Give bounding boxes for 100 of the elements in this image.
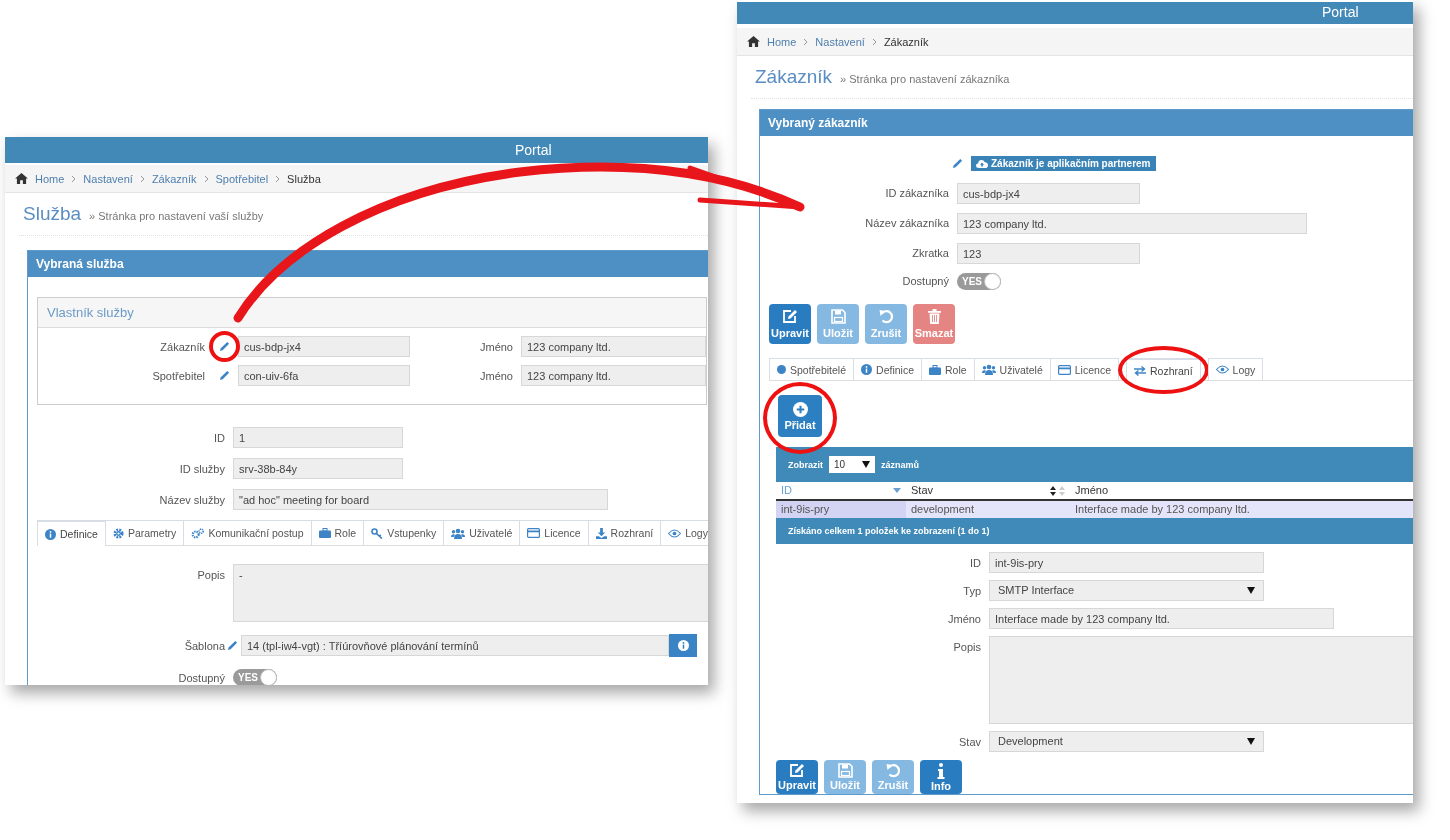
users-icon [981,364,996,375]
text-field[interactable]: srv-38b-84y [233,458,403,479]
gears-icon [191,527,205,539]
chevron-icon [203,174,209,183]
table-row[interactable]: int-9is-pry development Interface made by 123 company ltd. [776,501,1413,518]
caret-icon [1247,738,1255,745]
text-field[interactable]: 123 company ltd. [521,336,706,357]
page-title: Služba [23,203,82,225]
pencil-icon[interactable] [952,157,963,169]
select-field[interactable]: Development [989,731,1264,752]
text-field[interactable]: 123 [957,242,1140,264]
field-label: Spotřebitel [151,369,205,382]
length-label: Zobrazit [788,459,823,470]
field-label: Jméno [478,340,513,353]
tab[interactable]: Definice [37,520,106,546]
undo-icon [878,309,894,324]
text-field[interactable]: Interface made by 123 company ltd. [989,608,1334,629]
chevron-icon [803,37,809,46]
breadcrumb-link[interactable]: Spotřebitel [215,172,269,185]
chevron-icon [139,174,145,183]
floppy-icon [837,763,853,778]
field-label: ID služby [178,462,225,475]
add-button[interactable]: Přidat [778,395,822,437]
field-label: Popis [196,568,225,581]
text-field[interactable]: 123 company ltd. [957,212,1307,234]
field-label: ID [213,431,225,444]
app-title: Portal [515,141,552,160]
text-field[interactable]: cus-bdp-jx4 [238,336,410,357]
field-label: Jméno [478,369,513,382]
table-cell-text: development [910,502,975,517]
text-field[interactable]: int-9is-pry [989,552,1264,573]
pencil-icon[interactable] [219,370,230,381]
field-label: Šablona [183,639,225,652]
users-icon [451,527,466,539]
info-icon [677,640,689,651]
sort-icon [893,488,901,493]
text-field[interactable]: 1 [233,427,403,448]
breadcrumb-link[interactable]: Nastavení [815,35,865,48]
sort-icon [1050,485,1065,496]
caret-icon [1247,587,1255,594]
cloud-icon [976,158,988,168]
textarea-field[interactable]: - [233,564,708,622]
select-field[interactable]: SMTP Interface [989,580,1264,601]
column-header[interactable]: Stav [906,482,1070,499]
section-title: Vlastník služby [38,298,706,328]
field-label: Název služby [158,493,225,506]
page-title: Zákazník [755,66,833,88]
action-button[interactable]: Upravit [769,304,811,344]
info-icon [937,762,945,779]
field-label: Typ [962,584,981,597]
field-label: Stav [958,735,981,748]
tab[interactable]: Logy [660,520,708,545]
download-icon [595,527,607,539]
breadcrumb-link[interactable]: Home [35,172,65,185]
pencil-icon[interactable] [227,640,238,651]
breadcrumb-current: Služba [287,172,321,185]
field-label: Zákazník [159,340,205,353]
edit-icon [782,309,798,324]
edit-icon [789,763,805,778]
tab[interactable]: Spotřebitelé [769,358,855,380]
card-icon [527,528,541,538]
eye-icon [1215,365,1229,374]
tab[interactable]: Licence [1049,358,1119,380]
text-field[interactable]: cus-bdp-jx4 [957,182,1140,204]
page-subtitle: » Stránka pro nastavení zákazníka [840,73,1010,85]
text-field[interactable]: con-uiv-6fa [238,365,410,386]
field-label: ID [969,556,981,569]
breadcrumb-current: Zákazník [883,35,929,48]
field-label: Zkratka [911,247,949,259]
text-field[interactable]: 123 company ltd. [521,365,706,386]
pencil-icon[interactable] [219,341,230,352]
partner-badge: Zákazník je aplikačním partnerem [971,155,1156,171]
breadcrumb-link[interactable]: Zákazník [151,172,197,185]
table-cell-text: Interface made by 123 company ltd. [1074,502,1251,517]
trash-icon [927,309,941,324]
eye-icon [668,528,682,538]
length-label: záznamů [881,459,919,470]
app-title: Portal [1322,3,1359,22]
info-button[interactable] [669,634,697,657]
home-icon [15,173,28,184]
card-icon [1057,364,1071,375]
column-header[interactable]: Jméno [1070,482,1400,499]
action-button[interactable]: Info [920,760,962,794]
breadcrumb-link[interactable]: Nastavení [83,172,133,185]
breadcrumb-link[interactable]: Home [767,35,797,48]
panel-header: Vybraný zákazník [760,110,1413,136]
field-label: Popis [952,640,981,653]
field-label: ID zákazníka [884,187,949,199]
key-icon [371,527,384,539]
tab[interactable]: Rozhraní [1126,358,1201,381]
chevron-icon [871,37,877,46]
tab[interactable]: Logy [1207,358,1264,380]
undo-icon [885,763,901,778]
action-button[interactable]: Upravit [776,760,818,794]
table-info: Získáno celkem 1 položek ke zobrazení (1 do 1) [788,526,990,536]
gear-icon [112,527,124,539]
select-field[interactable]: 14 (tpl-iw4-vgt) : Tříúrovňové plánování termínů [241,635,669,656]
page-length-select[interactable]: 10 [829,456,875,473]
field-label: Název zákazníka [864,217,949,229]
text-field[interactable]: "ad hoc" meeting for board [233,489,608,510]
